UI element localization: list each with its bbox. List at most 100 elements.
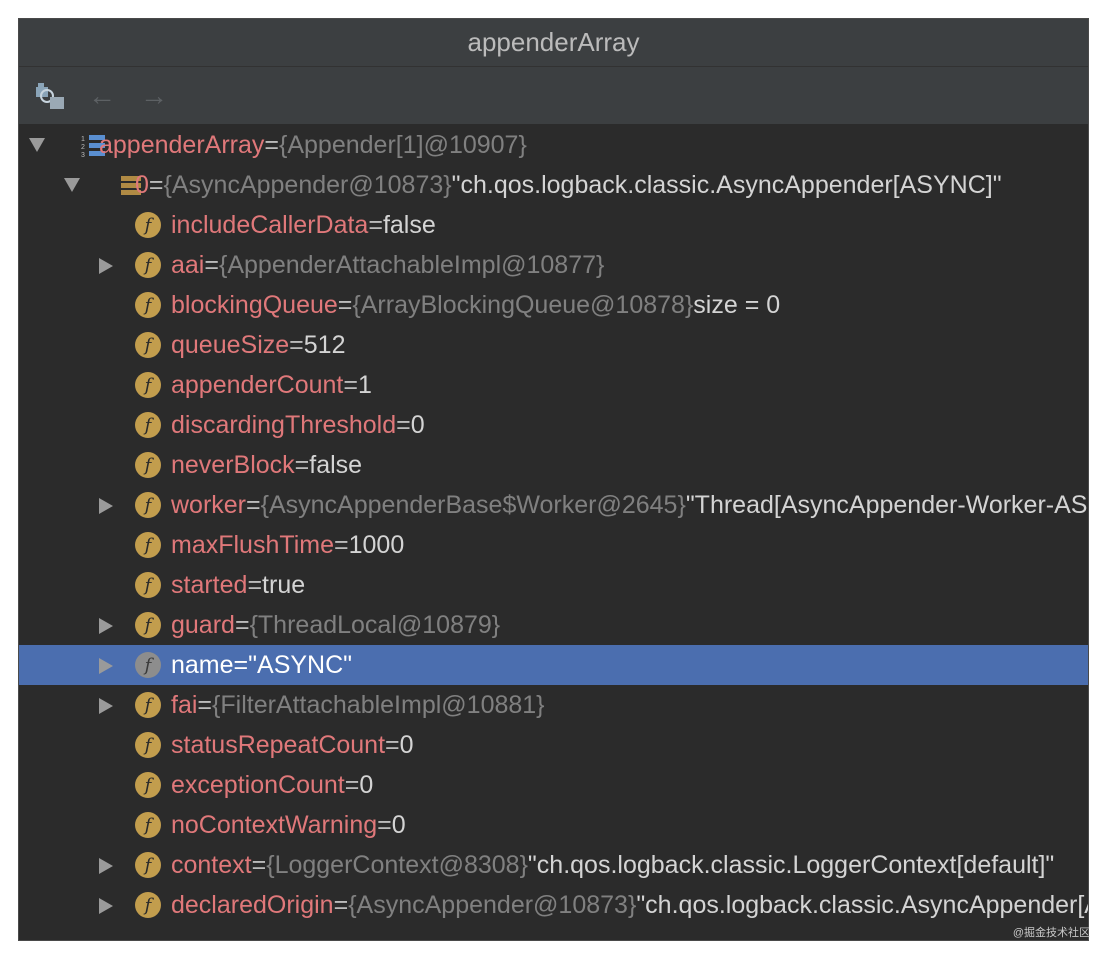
equals-sign: = [294,450,310,479]
tree-row-field[interactable]: f guard = {ThreadLocal@10879} [19,605,1088,645]
field-icon: f [135,732,161,758]
collapse-arrow-icon[interactable] [29,138,45,152]
equals-sign: = [246,490,261,519]
tree-row-field[interactable]: f fai = {FilterAttachableImpl@10881} [19,685,1088,725]
object-reference: {AsyncAppender@10873} [348,890,637,919]
svg-text:2: 2 [81,144,85,151]
variable-name: aai [171,250,205,279]
tree-row-field[interactable]: f includeCallerData = false [19,205,1088,245]
field-icon: f [135,252,161,278]
tree-row-field[interactable]: f started = true [19,565,1088,605]
field-icon: f [135,452,161,478]
expand-arrow-icon[interactable] [99,498,113,514]
tree-row-element-0[interactable]: 0 = {AsyncAppender@10873} "ch.qos.logbac… [19,165,1088,205]
variable-name: includeCallerData [171,210,369,239]
tree-row-field[interactable]: f exceptionCount = 0 [19,765,1088,805]
tree-row-field[interactable]: f aai = {AppenderAttachableImpl@10877} [19,245,1088,285]
variable-name: statusRepeatCount [171,730,386,759]
field-icon: f [135,532,161,558]
inspect-icon[interactable] [33,79,67,113]
equals-sign: = [197,690,213,719]
variable-value: false [309,450,363,479]
object-reference: {FilterAttachableImpl@10881} [212,690,545,719]
variable-value: 0 [391,810,406,839]
equals-sign: = [247,570,263,599]
tree-row-field[interactable]: f worker = {AsyncAppenderBase$Worker@2645… [19,485,1088,525]
tree-row-field[interactable]: f declaredOrigin = {AsyncAppender@10873} … [19,885,1088,925]
variable-name: declaredOrigin [171,890,334,919]
variable-value: "ch.qos.logback.classic.AsyncAppender[AS… [636,890,1088,919]
field-icon: f [135,492,161,518]
debugger-popup-window: appenderArray ← → 1 2 3 appenderArray = … [18,18,1089,941]
equals-sign: = [334,530,349,559]
tree-row-field[interactable]: f maxFlushTime = 1000 [19,525,1088,565]
tree-row-field[interactable]: f discardingThreshold = 0 [19,405,1088,445]
variable-name: 0 [135,170,149,199]
variable-name: maxFlushTime [171,530,334,559]
equals-sign: = [233,650,249,679]
field-icon: f [135,212,161,238]
variable-value: "ASYNC" [248,650,353,679]
variable-name: fai [171,690,198,719]
variable-name: started [171,570,248,599]
equals-sign: = [333,890,349,919]
field-icon: f [135,372,161,398]
equals-sign: = [368,210,383,239]
field-icon: f [135,692,161,718]
variable-name: guard [171,610,235,639]
field-icon: f [135,572,161,598]
equals-sign: = [251,850,267,879]
expand-arrow-icon[interactable] [99,858,113,874]
variable-value: 1 [357,370,372,399]
field-icon: f [135,852,161,878]
svg-text:1: 1 [81,136,85,143]
variable-value: true [262,570,306,599]
field-icon: f [135,812,161,838]
field-icon: f [135,412,161,438]
expand-arrow-icon[interactable] [99,658,113,674]
tree-row-field[interactable]: f statusRepeatCount = 0 [19,725,1088,765]
equals-sign: = [385,730,400,759]
watermark: @掘金技术社区 [1012,927,1090,939]
variable-name: neverBlock [171,450,295,479]
equals-sign: = [204,250,219,279]
variable-name: appenderArray [99,130,265,159]
equals-sign: = [343,370,358,399]
equals-sign: = [396,410,411,439]
tree-row-field[interactable]: f blockingQueue = {ArrayBlockingQueue@108… [19,285,1088,325]
variable-name: appenderCount [171,370,344,399]
tree-row-root[interactable]: 1 2 3 appenderArray = {Appender[1]@10907… [19,125,1088,165]
collapse-arrow-icon[interactable] [64,178,80,192]
equals-sign: = [234,610,250,639]
tree-row-field[interactable]: f appenderCount = 1 [19,365,1088,405]
window-title: appenderArray [19,19,1088,67]
tree-row-field[interactable]: f noContextWarning = 0 [19,805,1088,845]
variable-value: "ch.qos.logback.classic.AsyncAppender[AS… [451,170,1002,199]
equals-sign: = [377,810,392,839]
expand-arrow-icon[interactable] [99,258,113,274]
variable-value: 1000 [348,530,405,559]
variable-value: 512 [303,330,346,359]
field-icon: f [135,292,161,318]
tree-row-field[interactable]: f queueSize = 512 [19,325,1088,365]
object-reference: {ArrayBlockingQueue@10878} [352,290,694,319]
expand-arrow-icon[interactable] [99,698,113,714]
tree-row-field[interactable]: f neverBlock = false [19,445,1088,485]
equals-sign: = [289,330,304,359]
forward-arrow-icon[interactable]: → [137,79,171,113]
field-icon: f [135,892,161,918]
object-reference: {Appender[1]@10907} [279,130,527,159]
variable-value: 0 [410,410,425,439]
field-icon: f [135,652,161,678]
variable-name: discardingThreshold [171,410,397,439]
expand-arrow-icon[interactable] [99,898,113,914]
variable-name: noContextWarning [171,810,378,839]
svg-text:3: 3 [81,152,85,158]
back-arrow-icon[interactable]: ← [85,79,119,113]
object-reference: {AppenderAttachableImpl@10877} [218,250,605,279]
variable-value: size = 0 [693,290,781,319]
tree-row-field[interactable]: f name = "ASYNC" [19,645,1088,685]
field-icon: f [135,772,161,798]
tree-row-field[interactable]: f context = {LoggerContext@8308} "ch.qos.… [19,845,1088,885]
expand-arrow-icon[interactable] [99,618,113,634]
